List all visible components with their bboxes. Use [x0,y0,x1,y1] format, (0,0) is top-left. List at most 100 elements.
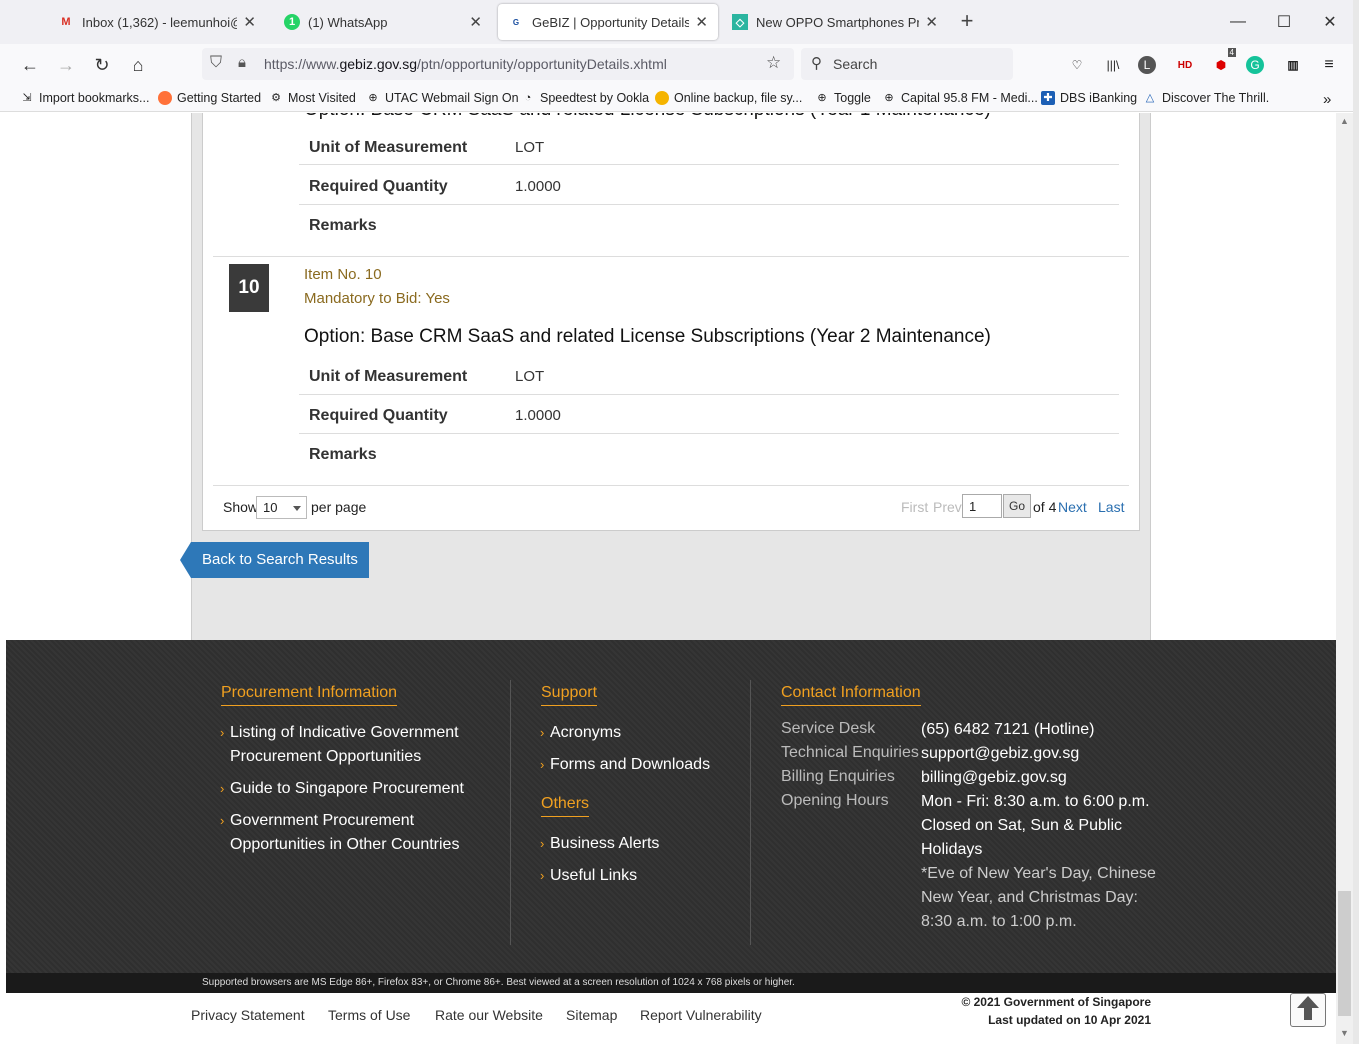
row-divider [299,433,1119,434]
navigation-toolbar: ← → ↻ ⌂ ⛉ 🔒︎ https://www.gebiz.gov.sg/pt… [0,44,1359,86]
qty-value: 1.0000 [515,178,561,195]
bookmark-star-icon[interactable]: ☆ [766,53,781,73]
footer-link-useful-links[interactable]: › Useful Links [540,864,637,888]
page-number-input[interactable]: 1 [962,494,1002,518]
ublock-icon[interactable]: ⬢ 4 [1210,48,1236,76]
shield-icon[interactable]: ⛉ [210,54,222,72]
home-icon[interactable]: ⌂ [124,52,152,78]
first-page-link[interactable]: First [901,499,928,515]
back-to-top-button[interactable] [1290,993,1326,1027]
service-desk-label: Service Desk [781,720,876,737]
library-icon[interactable]: |||\ [1102,54,1124,76]
close-window-icon[interactable]: ✕ [1307,0,1353,44]
support-heading: Support [541,684,598,706]
remarks-label: Remarks [309,217,377,234]
search-input[interactable]: ⚲ Search [801,48,1013,80]
bookmark-item[interactable]: ✚ DBS iBanking [1041,91,1137,105]
row-divider [299,164,1119,165]
footer-divider [750,680,751,945]
copyright: © 2021 Government of Singapore [961,995,1151,1009]
per-page-select[interactable]: 10 [256,496,307,519]
site-icon: ◇ [732,14,748,30]
footer-link-other-countries[interactable]: › Government Procurement Opportunities i… [220,809,459,857]
page-scrollbar[interactable]: ▲ ▼ [1336,113,1353,1044]
rate-website-link[interactable]: Rate our Website [435,1007,543,1023]
gebiz-icon: G [512,17,520,27]
close-tab-icon[interactable]: ✕ [695,13,708,31]
bookmark-item[interactable]: ⚙ Most Visited [269,91,356,105]
search-icon: ⚲ [811,55,822,72]
close-tab-icon[interactable]: ✕ [469,13,482,31]
scroll-up-icon[interactable]: ▲ [1336,113,1353,130]
lock-icon[interactable]: 🔒︎ [238,54,246,71]
maximize-icon[interactable]: ☐ [1261,0,1307,44]
contact-heading: Contact Information [781,684,921,706]
bookmark-item[interactable]: △ Discover The Thrill. [1143,91,1269,105]
minimize-icon[interactable]: — [1215,0,1261,44]
terms-of-use-link[interactable]: Terms of Use [328,1007,410,1023]
chevron-right-icon: › [220,781,225,796]
bookmark-item[interactable]: Getting Started [158,91,261,105]
back-to-search-results-button[interactable]: Back to Search Results [180,542,369,578]
chevron-right-icon: › [220,813,225,828]
others-heading: Others [541,795,590,817]
tab-gmail[interactable]: M Inbox (1,362) - leemunhoi@gm ✕ [48,4,266,40]
mandatory-to-bid: Mandatory to Bid: Yes [304,290,450,307]
bookmark-item[interactable]: ◔ Speedtest by Ookla [521,91,649,105]
bookmark-item[interactable]: ⊕ Toggle [815,91,870,105]
row-divider [299,204,1119,205]
privacy-statement-link[interactable]: Privacy Statement [191,1007,305,1023]
new-tab-button[interactable]: + [954,9,980,35]
account-icon[interactable]: L [1138,56,1156,74]
bookmarks-toolbar: ⇲ Import bookmarks... Getting Started ⚙ Mo… [0,86,1359,112]
bookmark-item[interactable]: ⇲ Import bookmarks... [20,91,149,105]
menu-icon[interactable]: ≡ [1318,54,1340,76]
reload-icon[interactable]: ↻ [88,52,116,78]
footer-link-guide[interactable]: › Guide to Singapore Procurement [220,777,464,801]
pocket-icon[interactable]: ♡ [1066,54,1088,76]
sitemap-link[interactable]: Sitemap [566,1007,617,1023]
tab-whatsapp[interactable]: 1 (1) WhatsApp ✕ [274,4,492,40]
footer-link-business-alerts[interactable]: › Business Alerts [540,832,659,856]
scroll-thumb[interactable] [1338,891,1351,1016]
backup-icon [655,91,669,105]
speedometer-icon: ◔ [524,92,532,104]
globe-icon: ⊕ [368,92,378,104]
import-icon: ⇲ [22,92,32,104]
arrow-up-icon [1297,996,1319,1020]
tab-oppo[interactable]: ◇ New OPPO Smartphones Price ✕ [722,4,948,40]
bookmark-item[interactable]: Online backup, file sy... [655,91,802,105]
bookmark-item[interactable]: ⊕ UTAC Webmail Sign On [366,91,518,105]
scroll-down-icon[interactable]: ▼ [1336,1025,1353,1042]
prev-page-link[interactable]: Prev [933,499,962,515]
next-page-link[interactable]: Next [1058,499,1087,515]
footer-link-acronyms[interactable]: › Acronyms [540,721,621,745]
close-tab-icon[interactable]: ✕ [925,13,938,31]
back-arrow-icon[interactable]: ← [16,52,44,78]
procurement-heading: Procurement Information [221,684,398,706]
globe-icon: ⊕ [817,92,827,104]
forward-arrow-icon[interactable]: → [52,52,80,78]
footer-link-forms[interactable]: › Forms and Downloads [540,753,710,777]
more-bookmarks-icon[interactable]: » [1323,91,1331,108]
report-vulnerability-link[interactable]: Report Vulnerability [640,1007,762,1023]
hd-extension-icon[interactable]: HD [1174,54,1196,76]
address-bar[interactable]: ⛉ 🔒︎ https://www.gebiz.gov.sg/ptn/opport… [202,48,794,80]
window-edge [1353,0,1359,1044]
go-button[interactable]: Go [1003,494,1031,518]
footer-link-indicative[interactable]: › Listing of Indicative Government Procu… [220,721,459,769]
support-email[interactable]: support@gebiz.gov.sg [921,742,1079,766]
technical-enquiries-label: Technical Enquiries [781,744,919,761]
tab-gebiz[interactable]: G GeBIZ | Opportunity Details ✕ [498,4,718,40]
last-page-link[interactable]: Last [1098,499,1124,515]
bookmark-item[interactable]: ⊕ Capital 95.8 FM - Medi... [882,91,1037,105]
dbs-icon: ✚ [1041,91,1055,105]
uom-label: Unit of Measurement [309,368,468,385]
item-divider [213,256,1129,257]
grammarly-icon[interactable]: G [1246,56,1264,74]
close-tab-icon[interactable]: ✕ [243,13,256,31]
extension-grid-icon[interactable]: ▥ [1282,54,1304,76]
chevron-right-icon: › [540,868,545,883]
billing-email[interactable]: billing@gebiz.gov.sg [921,766,1067,790]
qty-value: 1.0000 [515,407,561,424]
